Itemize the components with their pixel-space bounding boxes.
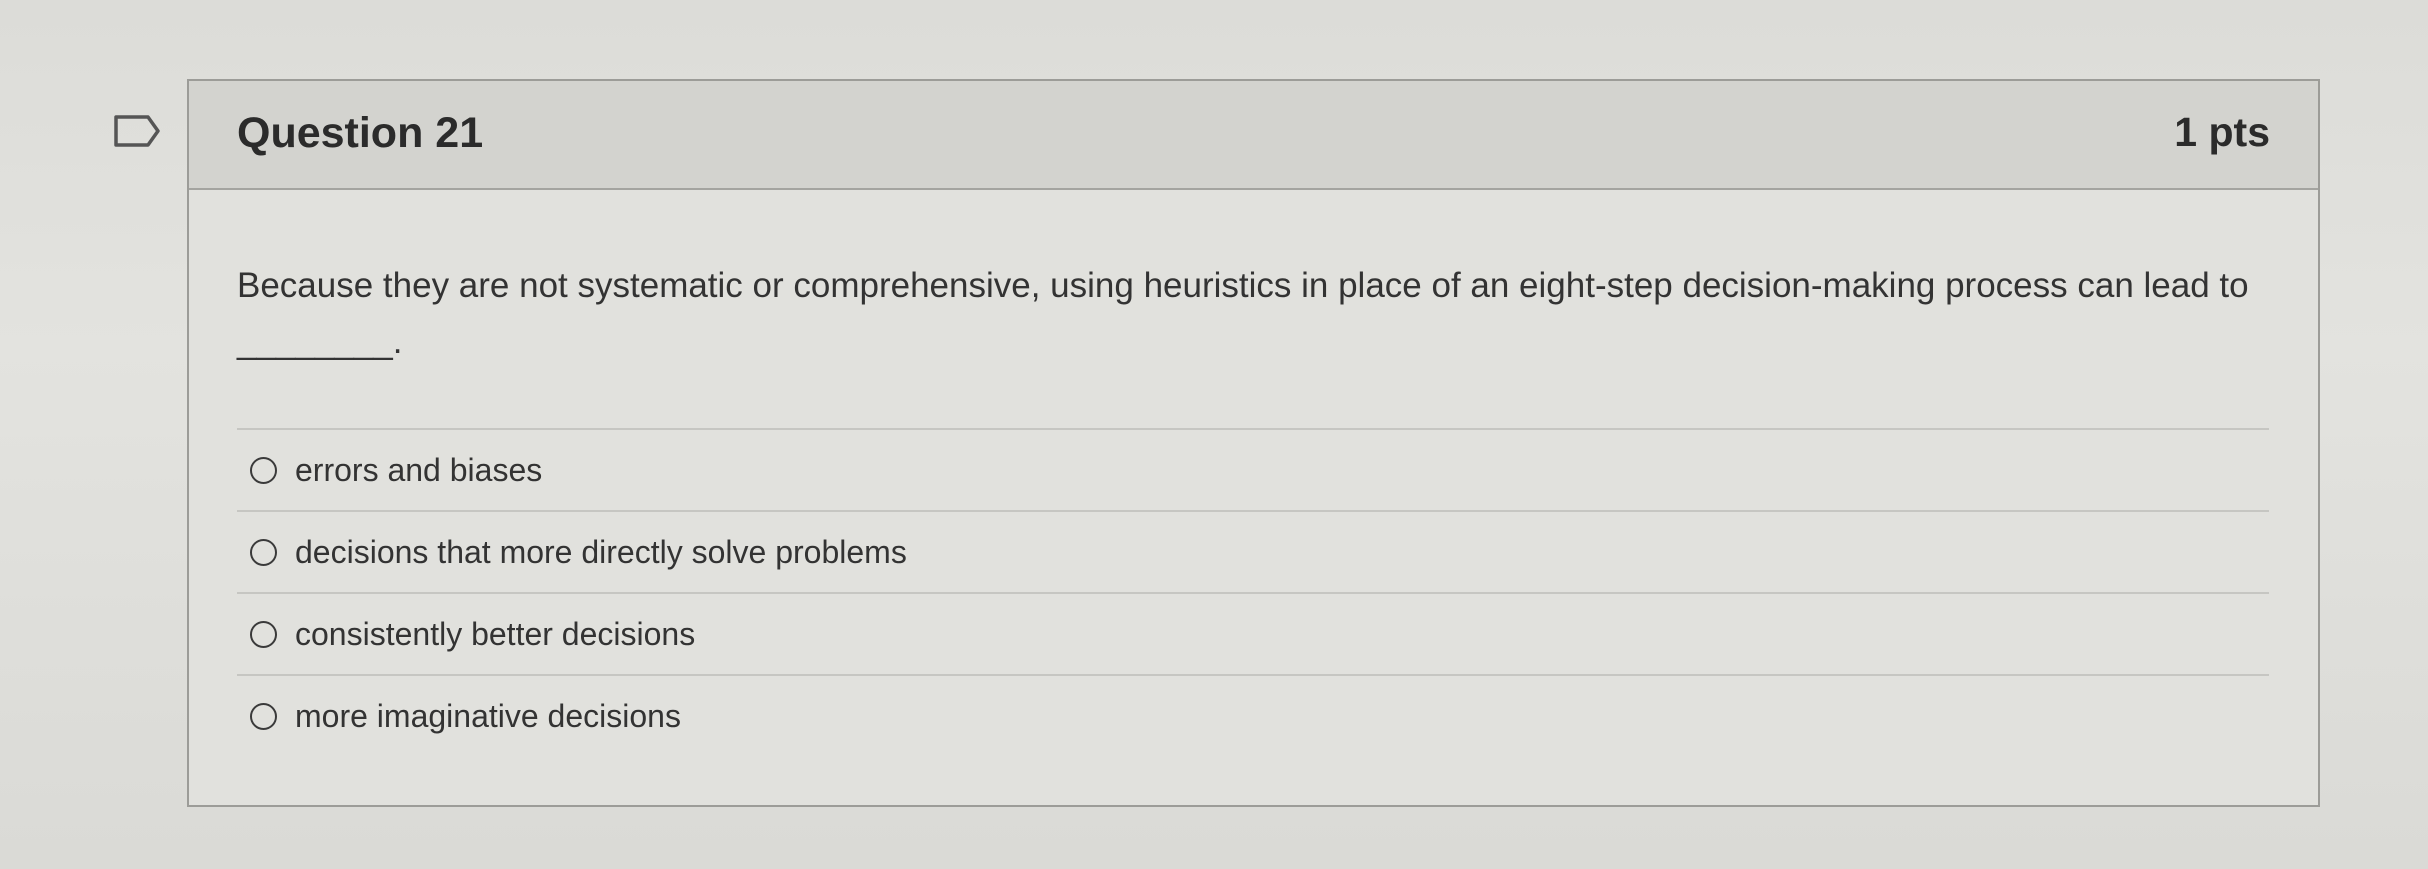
answer-option-4[interactable]: more imaginative decisions [237, 674, 2269, 756]
question-text: Because they are not systematic or compr… [237, 266, 2249, 361]
answer-label: decisions that more directly solve probl… [295, 533, 907, 570]
radio-button-icon[interactable] [250, 620, 277, 648]
radio-button-icon[interactable] [250, 538, 277, 566]
radio-button-icon[interactable] [250, 456, 277, 484]
question-title: Question 21 [237, 109, 484, 157]
question-points: 1 pts [2174, 109, 2270, 155]
answer-list: errors and biases decisions that more di… [237, 428, 2269, 756]
answer-label: more imaginative decisions [295, 697, 681, 734]
question-card: Question 21 1 pts Because they are not s… [187, 79, 2320, 807]
radio-button-icon[interactable] [250, 702, 277, 730]
answer-label: errors and biases [295, 451, 543, 488]
question-header: Question 21 1 pts [189, 81, 2318, 190]
flag-question-icon[interactable] [112, 113, 162, 149]
answer-option-1[interactable]: errors and biases [237, 428, 2269, 510]
answer-option-3[interactable]: consistently better decisions [237, 592, 2269, 674]
answer-label: consistently better decisions [295, 615, 696, 652]
answer-option-2[interactable]: decisions that more directly solve probl… [237, 510, 2269, 592]
